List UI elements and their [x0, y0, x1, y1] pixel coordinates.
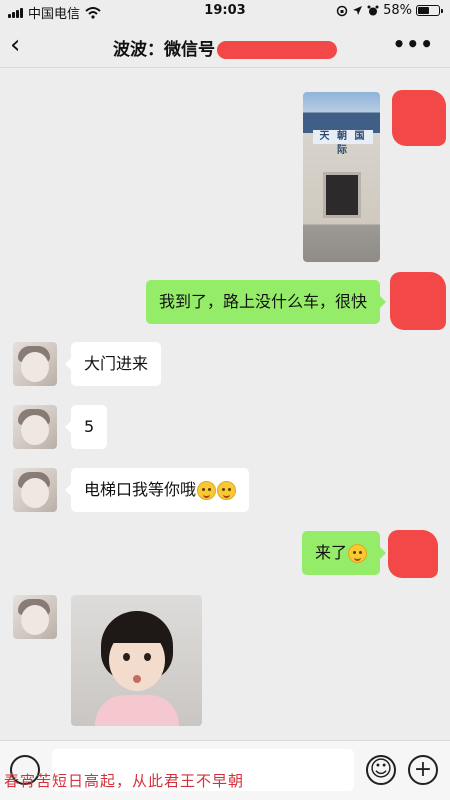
- message-bubble-incoming[interactable]: 5: [64, 405, 108, 449]
- self-avatar-redacted[interactable]: [388, 530, 438, 578]
- alarm-icon: [367, 5, 379, 15]
- status-right: 58%: [336, 3, 443, 18]
- message-text: 电梯口我等你哦: [84, 480, 197, 499]
- grin-emoji-icon: [348, 544, 367, 563]
- emoji-icon[interactable]: ☺: [366, 755, 396, 785]
- smile-emoji-icon: [197, 481, 217, 500]
- rotation-lock-icon: [336, 5, 348, 16]
- chat-header: ‹ 波波：微信号 •••: [0, 24, 450, 68]
- chat-title-text: 波波：微信号: [113, 40, 215, 60]
- contact-avatar[interactable]: [13, 405, 57, 449]
- message-bubble-incoming[interactable]: 电梯口我等你哦: [64, 468, 250, 512]
- redaction-mark: [217, 41, 337, 59]
- message-text: 来了: [314, 543, 347, 562]
- message-bubble-outgoing[interactable]: 我到了，路上没什么车，很快: [145, 280, 387, 324]
- battery-percent: 58%: [383, 3, 412, 18]
- self-avatar-redacted[interactable]: [390, 272, 446, 330]
- message-text: 我到了，路上没什么车，很快: [158, 292, 367, 311]
- message-bubble-incoming[interactable]: 大门进来: [64, 342, 162, 386]
- location-icon: [353, 6, 363, 15]
- contact-avatar[interactable]: [13, 342, 57, 386]
- watermark-text: 春宵苦短日高起，从此君王不早朝: [4, 772, 245, 790]
- building-door: [323, 172, 361, 218]
- message-text: 5: [84, 417, 95, 436]
- contact-avatar[interactable]: [13, 595, 57, 639]
- contact-avatar[interactable]: [13, 468, 57, 512]
- chat-title: 波波：微信号: [0, 35, 450, 60]
- building-photo[interactable]: 天 朝 国 际: [303, 92, 380, 262]
- more-icon[interactable]: •••: [393, 32, 434, 56]
- plus-icon[interactable]: +: [408, 755, 438, 785]
- battery-icon: [416, 5, 443, 16]
- self-avatar-redacted[interactable]: [392, 90, 446, 146]
- smile-emoji-icon: [217, 481, 237, 500]
- status-bar: 中国电信 19:03 58%: [0, 0, 450, 24]
- building-sign: 天 朝 国 际: [313, 130, 373, 156]
- girl-photo[interactable]: [71, 595, 202, 726]
- message-text: 大门进来: [84, 354, 149, 373]
- battery-fill: [418, 7, 429, 14]
- message-bubble-outgoing[interactable]: 来了: [301, 531, 387, 575]
